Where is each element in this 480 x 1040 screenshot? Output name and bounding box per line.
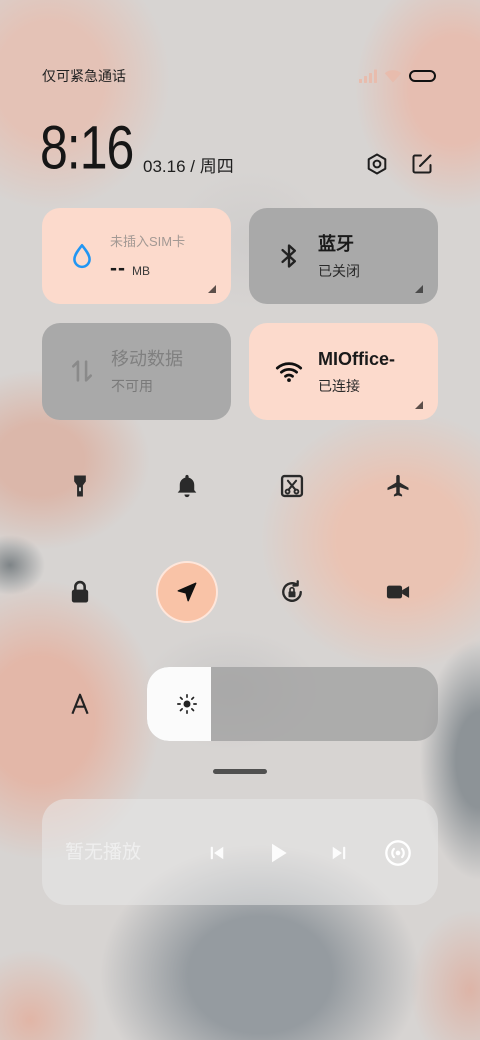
- wifi-icon: [275, 362, 303, 382]
- mobile-data-status: 不可用: [111, 378, 153, 394]
- data-usage-value: --: [110, 257, 126, 280]
- bluetooth-title: 蓝牙: [318, 234, 354, 254]
- play-icon: [272, 843, 287, 863]
- data-usage-unit: MB: [132, 264, 150, 278]
- wifi-status-icon: [384, 70, 402, 83]
- expand-corner-icon: [208, 285, 216, 293]
- cast-button[interactable]: [382, 837, 414, 869]
- flashlight-icon: [74, 475, 86, 497]
- bluetooth-icon: [281, 244, 296, 268]
- toggle-rotation-lock[interactable]: [261, 561, 323, 623]
- previous-button[interactable]: [205, 841, 229, 865]
- auto-brightness-icon[interactable]: [67, 691, 93, 717]
- edit-icon[interactable]: [410, 152, 434, 176]
- toggle-location[interactable]: [156, 561, 218, 623]
- date[interactable]: 03.16 / 周四: [143, 157, 234, 177]
- airplane-icon: [387, 474, 409, 497]
- video-camera-icon: [386, 585, 410, 599]
- previous-icon: [210, 846, 224, 860]
- mobile-data-tile[interactable]: 移动数据 不可用: [42, 323, 231, 420]
- mobile-data-icon: [71, 360, 93, 382]
- wifi-network-name: MIOffice-: [318, 349, 396, 369]
- toggle-flashlight[interactable]: [49, 455, 111, 517]
- wifi-status: 已连接: [318, 378, 360, 394]
- sim-status-label: 未插入SIM卡: [110, 234, 186, 249]
- cast-icon: [385, 840, 411, 866]
- clock[interactable]: 8:16: [40, 111, 134, 184]
- toggle-screen-recorder[interactable]: [367, 561, 429, 623]
- lock-icon: [71, 580, 89, 603]
- toggle-screenshot[interactable]: [261, 455, 323, 517]
- brightness-slider[interactable]: [147, 667, 438, 741]
- screenshot-icon: [280, 474, 304, 498]
- drag-handle[interactable]: [213, 769, 267, 774]
- bluetooth-tile[interactable]: 蓝牙 已关闭: [249, 208, 438, 304]
- settings-icon[interactable]: [365, 152, 389, 176]
- play-button[interactable]: [264, 839, 292, 867]
- next-button[interactable]: [327, 841, 351, 865]
- next-icon: [332, 846, 346, 860]
- mobile-data-title: 移动数据: [111, 349, 183, 369]
- toggle-lock-screen[interactable]: [49, 561, 111, 623]
- media-status-text: 暂无播放: [65, 842, 142, 863]
- media-player-card[interactable]: 暂无播放: [42, 799, 438, 905]
- toggle-silent[interactable]: [156, 455, 218, 517]
- signal-icon: [359, 69, 377, 83]
- water-drop-icon: [73, 243, 91, 269]
- carrier-status-text: 仅可紧急通话: [42, 68, 126, 84]
- wifi-tile[interactable]: MIOffice- 已连接: [249, 323, 438, 420]
- battery-icon: [409, 70, 436, 82]
- data-usage-tile[interactable]: 未插入SIM卡 -- MB: [42, 208, 231, 304]
- sun-icon: [177, 694, 197, 714]
- bell-icon: [177, 474, 197, 498]
- bluetooth-status: 已关闭: [318, 263, 360, 279]
- rotation-lock-icon: [282, 580, 302, 602]
- expand-corner-icon: [415, 401, 423, 409]
- location-arrow-icon: [177, 582, 197, 602]
- toggle-airplane-mode[interactable]: [367, 455, 429, 517]
- expand-corner-icon: [415, 285, 423, 293]
- data-usage-readout: -- MB: [110, 258, 150, 282]
